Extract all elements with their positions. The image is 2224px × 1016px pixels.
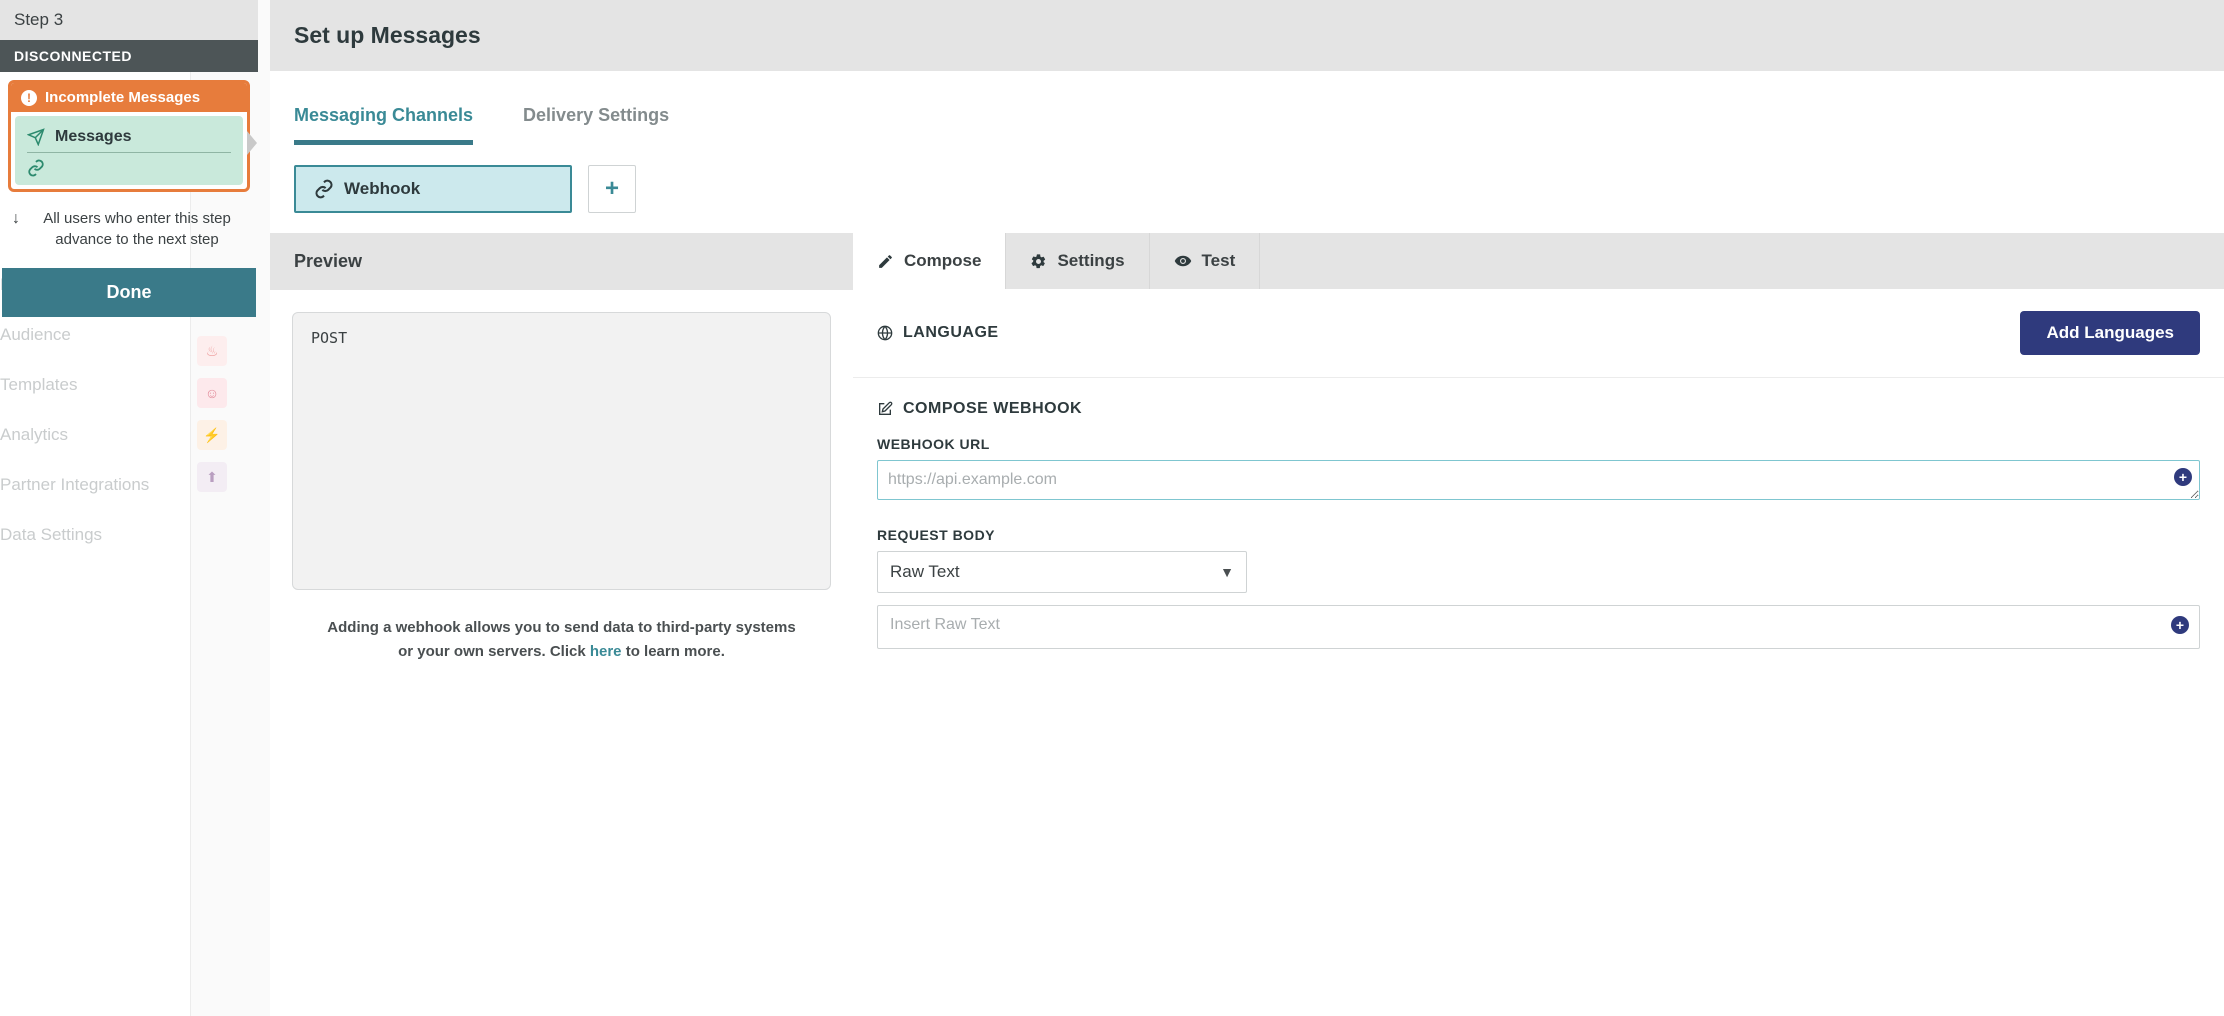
language-row: LANGUAGE Add Languages — [853, 289, 2224, 378]
bgnav-item: Partner Integrations — [0, 460, 190, 510]
globe-icon — [877, 325, 893, 341]
exclamation-icon: ! — [21, 90, 37, 106]
secondary-tabs: Compose Settings Test — [853, 233, 1260, 289]
tab-settings[interactable]: Settings — [1006, 233, 1149, 289]
gear-icon — [1030, 253, 1047, 270]
compose-column: Compose Settings Test — [853, 233, 2224, 682]
pencil-icon — [877, 253, 894, 270]
compose-body: LANGUAGE Add Languages COMPOSE WEBHOOK W… — [853, 289, 2224, 655]
main-area: Set up Messages Messaging Channels Deliv… — [270, 0, 2224, 682]
language-label-text: LANGUAGE — [903, 324, 999, 342]
paper-plane-icon — [27, 128, 45, 146]
plus-icon: + — [605, 175, 619, 203]
webhook-subitem[interactable] — [21, 153, 237, 179]
primary-tabs: Messaging Channels Delivery Settings — [294, 97, 2200, 145]
bg-badge: ⬆ — [197, 462, 227, 492]
tab-delivery-settings[interactable]: Delivery Settings — [523, 97, 669, 145]
chevron-down-icon: ▼ — [1220, 564, 1234, 580]
step-panel: Step 3 DISCONNECTED ! Incomplete Message… — [0, 0, 258, 323]
bg-badge: ⚡ — [197, 420, 227, 450]
add-personalization-button[interactable]: + — [2174, 468, 2192, 486]
body-type-value: Raw Text — [878, 552, 1246, 592]
compose-webhook-section: COMPOSE WEBHOOK WEBHOOK URL + REQUEST BO… — [853, 378, 2224, 655]
add-personalization-body-button[interactable]: + — [2171, 616, 2189, 634]
step-card[interactable]: ! Incomplete Messages Messages — [8, 80, 250, 192]
page-title: Set up Messages — [294, 22, 2200, 49]
channel-chip-label: Webhook — [344, 179, 420, 199]
caption-text-a: Adding a webhook allows you to send data… — [327, 619, 795, 660]
bg-badge: ♨ — [197, 336, 227, 366]
preview-caption: Adding a webhook allows you to send data… — [270, 612, 853, 682]
request-body-label: REQUEST BODY — [877, 527, 2200, 543]
messages-subcard: Messages — [15, 116, 243, 185]
edit-square-icon — [877, 401, 893, 417]
step-note-text: All users who enter this step advance to… — [28, 208, 246, 250]
raw-text-placeholder: Insert Raw Text — [890, 616, 1000, 633]
webhook-url-wrap: + — [877, 460, 2200, 505]
tab-test-label: Test — [1202, 251, 1236, 271]
channels-row: Webhook + — [294, 165, 2200, 233]
channel-webhook-chip[interactable]: Webhook — [294, 165, 572, 213]
tab-settings-label: Settings — [1057, 251, 1124, 271]
raw-text-input[interactable]: Insert Raw Text + — [877, 605, 2200, 649]
messages-item[interactable]: Messages — [21, 122, 237, 152]
caption-text-b: to learn more. — [622, 643, 725, 660]
webhook-url-input[interactable] — [877, 460, 2200, 500]
tab-compose[interactable]: Compose — [853, 233, 1006, 289]
caption-link-here[interactable]: here — [590, 643, 622, 660]
incomplete-label: Incomplete Messages — [45, 89, 200, 106]
bgnav-item: Data Settings — [0, 510, 190, 560]
incomplete-messages-banner: ! Incomplete Messages — [11, 83, 247, 112]
bgnav-item: Analytics — [0, 410, 190, 460]
tab-messaging-channels[interactable]: Messaging Channels — [294, 97, 473, 145]
preview-column: Preview POST Adding a webhook allows you… — [270, 233, 853, 682]
language-label: LANGUAGE — [877, 324, 999, 342]
bg-badge: ☺ — [197, 378, 227, 408]
compose-webhook-title-text: COMPOSE WEBHOOK — [903, 400, 1082, 418]
webhook-url-label: WEBHOOK URL — [877, 436, 2200, 452]
preview-box: POST — [292, 312, 831, 590]
preview-title: Preview — [270, 233, 853, 290]
arrow-down-icon: ↓ — [12, 208, 20, 228]
add-languages-button[interactable]: Add Languages — [2020, 311, 2200, 355]
link-icon — [27, 159, 45, 177]
eye-icon — [1174, 252, 1192, 270]
step-advance-note: ↓ All users who enter this step advance … — [0, 200, 258, 262]
done-button[interactable]: Done — [2, 268, 256, 317]
compose-webhook-title: COMPOSE WEBHOOK — [877, 400, 2200, 418]
tab-test[interactable]: Test — [1150, 233, 1261, 289]
link-icon — [314, 179, 334, 199]
tabs-fill — [1260, 233, 2224, 289]
messages-label: Messages — [55, 128, 132, 146]
preview-method: POST — [311, 329, 347, 347]
step-header: Step 3 — [0, 0, 258, 40]
add-channel-button[interactable]: + — [588, 165, 636, 213]
step-notch-icon — [247, 131, 257, 155]
body-type-select[interactable]: Raw Text ▼ — [877, 551, 1247, 593]
main-body: Messaging Channels Delivery Settings Web… — [270, 71, 2224, 682]
main-header: Set up Messages — [270, 0, 2224, 71]
bgnav-item: Templates — [0, 360, 190, 410]
status-disconnected: DISCONNECTED — [0, 40, 258, 72]
tab-compose-label: Compose — [904, 251, 981, 271]
editor-row: Preview POST Adding a webhook allows you… — [270, 233, 2224, 682]
